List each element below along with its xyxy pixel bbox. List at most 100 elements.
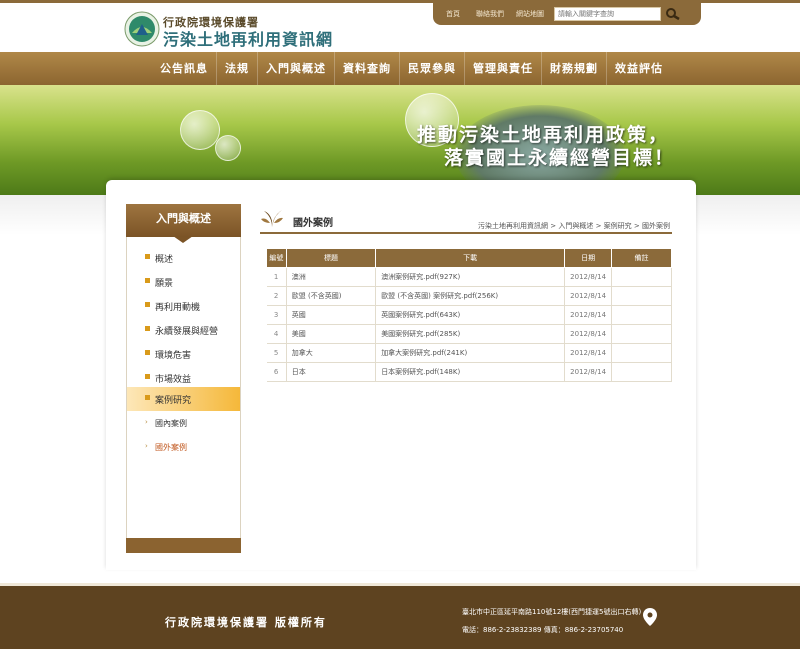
sidebar-item-motivation[interactable]: 再利用動機	[127, 295, 240, 317]
bullet-icon	[145, 326, 150, 331]
download-link[interactable]: 美國案例研究.pdf(285K)	[375, 324, 566, 344]
page-title: 國外案例	[293, 218, 333, 229]
cell-title: 歐盟 (不含英國)	[286, 286, 377, 306]
sidebar-heading: 入門與概述	[156, 212, 211, 225]
cell-date: 2012/8/14	[564, 324, 613, 344]
breadcrumb[interactable]: 污染土地再利用資訊網 > 入門與概述 > 案例研究 > 國外案例	[478, 221, 670, 231]
download-link[interactable]: 英國案例研究.pdf(643K)	[375, 305, 566, 325]
bullet-icon	[145, 350, 150, 355]
footer-address: 臺北市中正區延平南路110號12樓(西門捷運5號出口右轉)	[462, 608, 642, 616]
util-link-sitemap[interactable]: 網站地圖	[516, 9, 544, 19]
sidebar-item-label: 永續發展與經營	[155, 327, 219, 337]
cell-number: 1	[266, 267, 287, 287]
case-table: 編號 標題 下載 日期 備註 1 澳洲 澳洲案例研究.pdf(927K) 201…	[266, 248, 672, 382]
sidebar-item-label: 願景	[155, 279, 174, 289]
table-row: 3 英國 英國案例研究.pdf(643K) 2012/8/14	[266, 305, 672, 325]
nav-item-data-query[interactable]: 資料查詢	[335, 52, 400, 85]
cell-title: 加拿大	[286, 343, 377, 363]
sidebar-item-sustainability[interactable]: 永續發展與經營	[127, 319, 240, 341]
sidebar-item-market-benefits[interactable]: 市場效益	[127, 367, 240, 389]
table-header-row: 編號 標題 下載 日期 備註	[266, 248, 672, 268]
bullet-icon	[145, 254, 150, 259]
table-row: 5 加拿大 加拿大案例研究.pdf(241K) 2012/8/14	[266, 343, 672, 363]
hero-banner: 推動污染土地再利用政策， 落實國土永續經營目標！	[0, 85, 800, 195]
sidebar-item-label: 環境危害	[155, 351, 192, 361]
cell-number: 2	[266, 286, 287, 306]
sidebar-item-label: 市場效益	[155, 375, 192, 385]
column-header-download: 下載	[375, 248, 566, 268]
cell-remarks	[611, 343, 672, 363]
banner-slogan-line2: 落實國土永續經營目標！	[443, 147, 675, 169]
cell-date: 2012/8/14	[564, 343, 613, 363]
title-divider	[260, 232, 672, 234]
chevron-right-icon: ›	[145, 442, 148, 450]
cell-date: 2012/8/14	[564, 305, 613, 325]
site-title[interactable]: 污染土地再利用資訊網	[163, 26, 333, 50]
download-link[interactable]: 日本案例研究.pdf(148K)	[375, 362, 566, 382]
cell-remarks	[611, 305, 672, 325]
main-nav: 公告訊息 法規 入門與概述 資料查詢 民眾參與 管理與責任 財務規劃 效益評估	[0, 52, 800, 85]
sidebar-item-overview[interactable]: 概述	[127, 247, 240, 269]
footer-copyright: 行政院環境保護署 版權所有	[165, 616, 327, 629]
cell-date: 2012/8/14	[564, 362, 613, 382]
sidebar-item-environmental-hazards[interactable]: 環境危害	[127, 343, 240, 365]
cell-remarks	[611, 286, 672, 306]
download-link[interactable]: 歐盟 (不含英國) 案例研究.pdf(256K)	[375, 286, 566, 306]
nav-item-introduction[interactable]: 入門與概述	[258, 52, 335, 85]
sidebar-item-label: 概述	[155, 255, 174, 265]
table-row: 2 歐盟 (不含英國) 歐盟 (不含英國) 案例研究.pdf(256K) 201…	[266, 286, 672, 306]
nav-item-regulations[interactable]: 法規	[217, 52, 258, 85]
column-header-number: 編號	[266, 248, 287, 268]
sidebar-subitem-domestic[interactable]: › 國內案例	[127, 414, 240, 432]
cell-remarks	[611, 362, 672, 382]
sidebar-footer	[126, 538, 241, 553]
utility-bar: 首頁 聯絡我們 網站地圖	[433, 3, 701, 25]
column-header-title: 標題	[285, 248, 377, 268]
banner-bubble	[215, 135, 241, 161]
download-link[interactable]: 澳洲案例研究.pdf(927K)	[375, 267, 566, 287]
cell-date: 2012/8/14	[564, 267, 613, 287]
table-row: 6 日本 日本案例研究.pdf(148K) 2012/8/14	[266, 362, 672, 382]
search-input[interactable]	[554, 7, 661, 21]
site-footer: 行政院環境保護署 版權所有 臺北市中正區延平南路110號12樓(西門捷運5號出口…	[0, 583, 800, 649]
util-link-home[interactable]: 首頁	[446, 9, 460, 19]
bullet-icon	[145, 302, 150, 307]
column-header-remarks: 備註	[611, 248, 672, 268]
cell-remarks	[611, 324, 672, 344]
bullet-icon	[145, 278, 150, 283]
nav-item-public-participation[interactable]: 民眾參與	[400, 52, 465, 85]
cell-number: 5	[266, 343, 287, 363]
sidebar-item-vision[interactable]: 願景	[127, 271, 240, 293]
cell-date: 2012/8/14	[564, 286, 613, 306]
column-header-date: 日期	[564, 248, 613, 268]
sidebar-subitem-foreign[interactable]: › 國外案例	[127, 438, 240, 456]
sidebar-subitem-label: 國外案例	[155, 443, 187, 452]
cell-number: 4	[266, 324, 287, 344]
cell-remarks	[611, 267, 672, 287]
bullet-icon	[145, 395, 150, 400]
sidebar-item-label: 案例研究	[155, 396, 192, 406]
sidebar-item-label: 再利用動機	[155, 303, 201, 313]
banner-bubble	[180, 110, 220, 150]
table-row: 1 澳洲 澳洲案例研究.pdf(927K) 2012/8/14	[266, 267, 672, 287]
cell-title: 日本	[286, 362, 377, 382]
map-pin-icon[interactable]	[643, 608, 657, 626]
sidebar-item-case-studies[interactable]: 案例研究	[127, 387, 240, 411]
table-row: 4 美國 美國案例研究.pdf(285K) 2012/8/14	[266, 324, 672, 344]
bullet-icon	[145, 374, 150, 379]
cell-title: 澳洲	[286, 267, 377, 287]
leaf-icon	[261, 210, 283, 227]
site-header: 行政院環境保護署 污染土地再利用資訊網 首頁 聯絡我們 網站地圖	[0, 3, 800, 52]
util-link-contact[interactable]: 聯絡我們	[476, 9, 504, 19]
download-link[interactable]: 加拿大案例研究.pdf(241K)	[375, 343, 566, 363]
cell-number: 3	[266, 305, 287, 325]
nav-item-announcements[interactable]: 公告訊息	[152, 52, 217, 85]
search-icon[interactable]	[664, 7, 682, 21]
sidebar-header: 入門與概述	[126, 204, 241, 243]
sidebar-subitem-label: 國內案例	[155, 419, 187, 428]
nav-item-benefit-evaluation[interactable]: 效益評估	[607, 52, 671, 85]
nav-item-finance[interactable]: 財務規劃	[542, 52, 607, 85]
cell-number: 6	[266, 362, 287, 382]
nav-item-management[interactable]: 管理與責任	[465, 52, 542, 85]
logo-emblem[interactable]	[124, 11, 160, 47]
